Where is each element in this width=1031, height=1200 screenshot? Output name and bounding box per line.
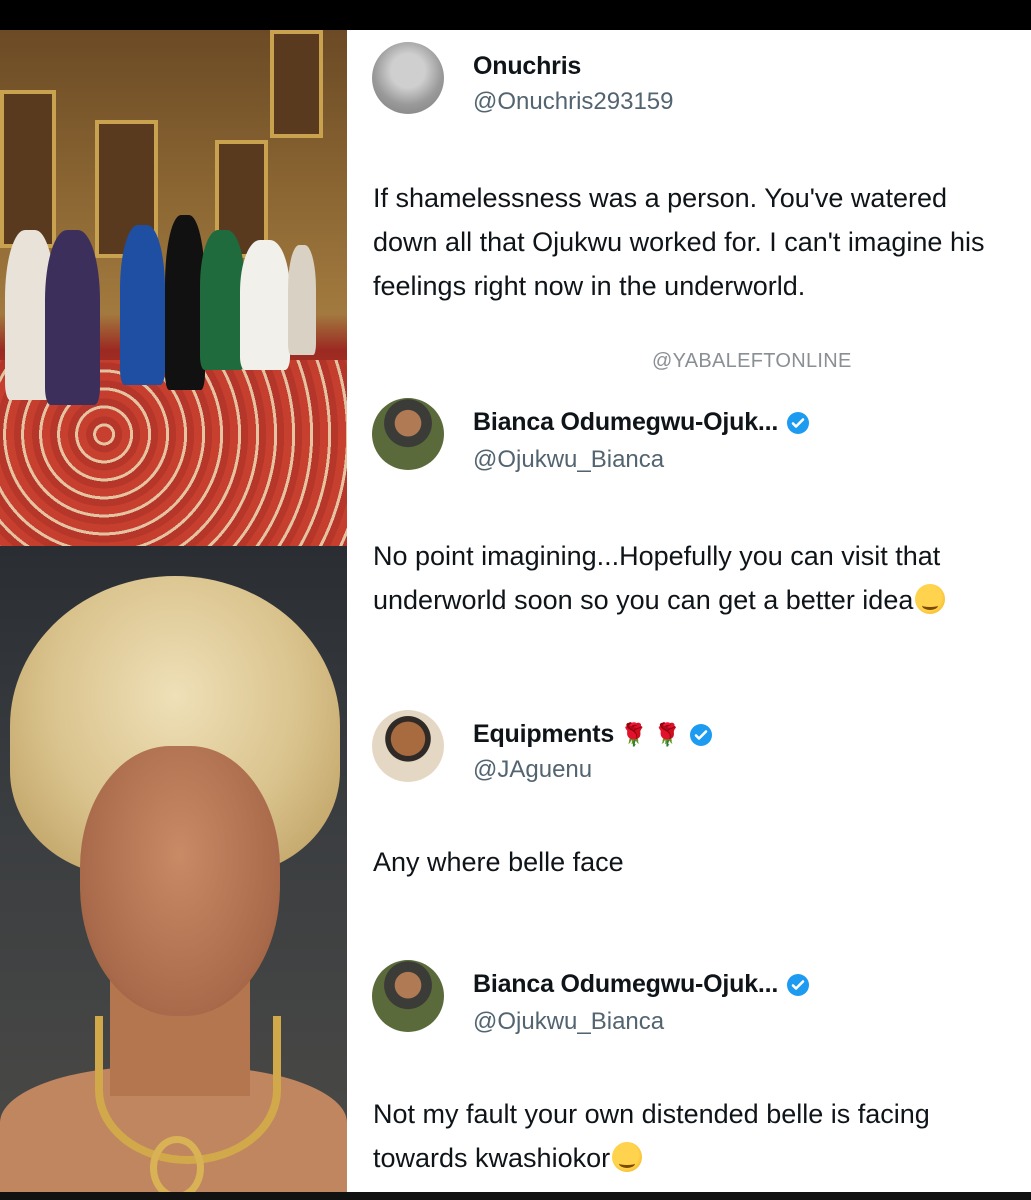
user-handle[interactable]: @Ojukwu_Bianca xyxy=(473,446,664,474)
rose-emoji-icon: 🌹 xyxy=(620,721,648,747)
avatar[interactable] xyxy=(372,710,444,782)
melting-face-emoji-icon xyxy=(612,1142,643,1172)
avatar[interactable] xyxy=(372,42,444,114)
verified-badge-icon xyxy=(787,973,810,996)
tweet-text: If shamelessness was a person. You've wa… xyxy=(373,183,985,301)
portrait-photo xyxy=(0,546,347,1192)
display-name[interactable]: Bianca Odumegwu-Ojuk... xyxy=(473,970,778,999)
display-name[interactable]: Equipments xyxy=(473,720,614,749)
watermark: @YABALEFTONLINE xyxy=(652,350,852,372)
user-handle[interactable]: @Onuchris293159 xyxy=(473,88,673,116)
verified-badge-icon xyxy=(787,411,810,434)
avatar[interactable] xyxy=(372,960,444,1032)
tweet-text: No point imagining...Hopefully you can v… xyxy=(373,534,993,622)
avatar[interactable] xyxy=(372,398,444,470)
user-handle[interactable]: @JAguenu xyxy=(473,756,592,784)
tweet-text: Any where belle face xyxy=(373,847,624,877)
bottom-bar xyxy=(0,1192,1031,1200)
melting-face-emoji-icon xyxy=(915,584,946,614)
user-handle[interactable]: @Ojukwu_Bianca xyxy=(473,1008,664,1036)
display-name[interactable]: Bianca Odumegwu-Ojuk... xyxy=(473,408,778,437)
verified-badge-icon xyxy=(689,723,712,746)
tweet-text: Not my fault your own distended belle is… xyxy=(373,1099,930,1173)
top-black-bar xyxy=(0,0,1031,30)
display-name[interactable]: Onuchris xyxy=(473,52,581,81)
palace-banquet-photo xyxy=(0,30,347,546)
rose-emoji-icon: 🌹 xyxy=(653,721,681,747)
tweet-feed: Onuchris @Onuchris293159 If shamelessnes… xyxy=(347,30,1031,1192)
